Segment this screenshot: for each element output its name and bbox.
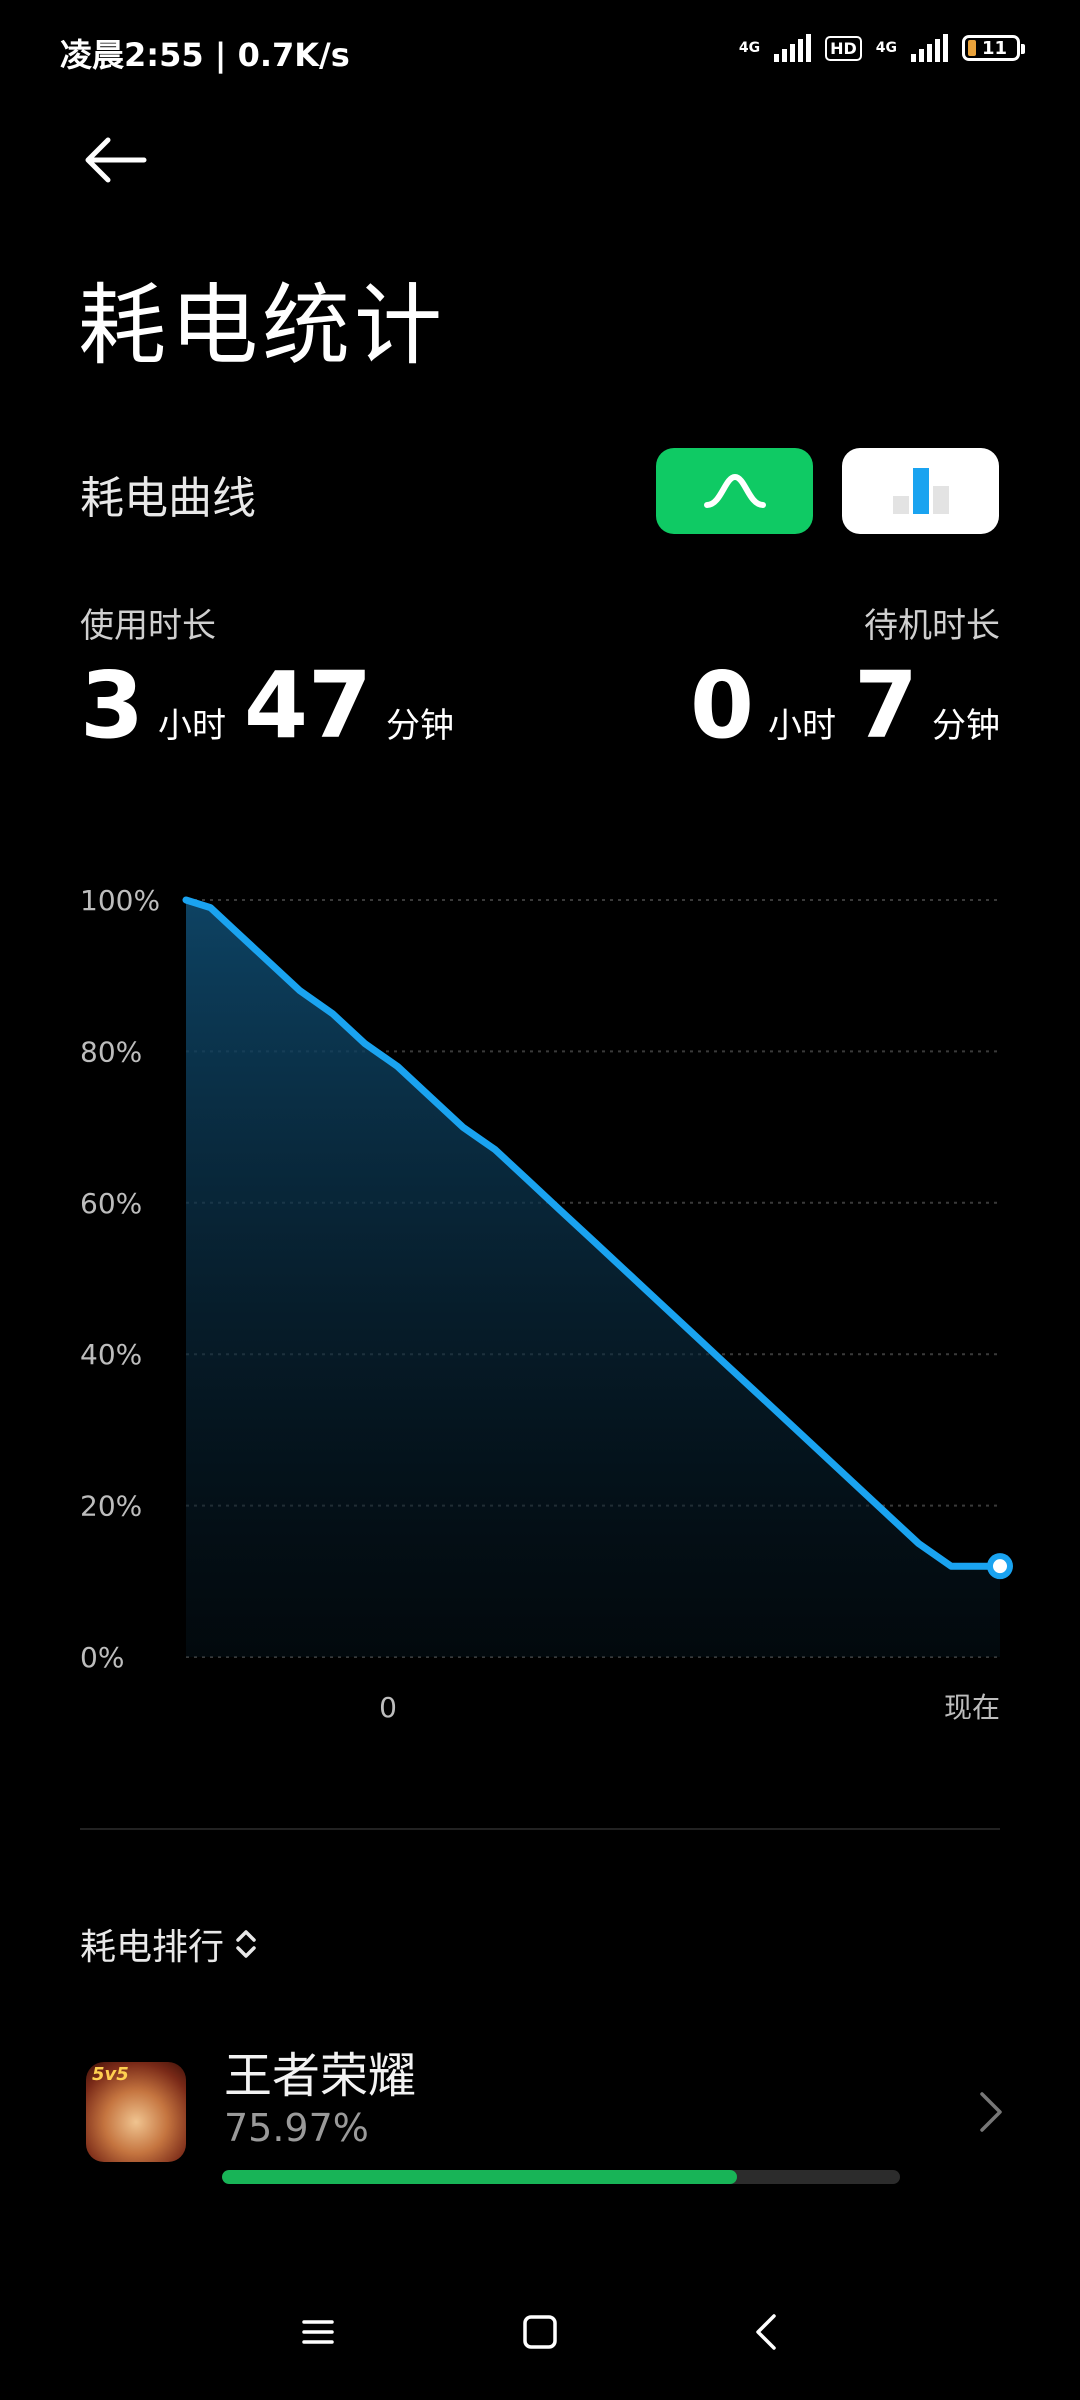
signal-icon	[774, 34, 812, 62]
usage-minutes: 47	[244, 652, 373, 759]
app-power-bar	[222, 2170, 900, 2184]
status-time-speed: 凌晨2:55 | 0.7K/s	[60, 36, 350, 74]
bar-chart-icon	[892, 468, 949, 514]
home-square-icon[interactable]	[518, 2310, 562, 2354]
standby-duration-value: 0 小时 7 分钟	[690, 660, 1000, 752]
usage-duration-label: 使用时长	[80, 606, 216, 646]
y-tick-label: 0%	[80, 1641, 124, 1674]
current-level-marker	[987, 1553, 1013, 1580]
x-tick-label: 现在	[944, 1691, 1000, 1724]
app-power-percent: 75.97%	[224, 2106, 369, 2150]
y-tick-label: 100%	[80, 884, 160, 917]
y-tick-label: 20%	[80, 1490, 142, 1523]
standby-minute-unit: 分钟	[932, 706, 1000, 746]
network-type-1: 4G	[738, 40, 761, 56]
app-power-bar-fill	[222, 2170, 738, 2184]
usage-hour-unit: 小时	[158, 706, 227, 746]
sort-updown-icon	[236, 1930, 256, 1958]
battery-level: 11	[982, 37, 1008, 59]
status-icons: 4G HD 4G 11	[738, 34, 1025, 62]
back-button[interactable]	[80, 130, 150, 190]
x-tick-label: 0	[379, 1691, 397, 1724]
battery-level-chart: 100% 80% 60% 40% 20% 0% 0 现在	[80, 884, 1013, 1724]
chevron-right-icon	[980, 2092, 1002, 2132]
usage-hours: 3	[80, 652, 145, 759]
y-tick-label: 80%	[80, 1035, 142, 1068]
arrow-left-icon	[85, 137, 147, 183]
page-title: 耗电统计	[78, 274, 447, 377]
usage-duration-value: 3 小时 47 分钟	[80, 660, 454, 752]
standby-duration-label: 待机时长	[864, 606, 1000, 646]
usage-minute-unit: 分钟	[386, 706, 455, 746]
hd-badge: HD	[825, 35, 862, 61]
battery-area-fill	[186, 900, 1000, 1657]
curve-icon	[703, 473, 766, 508]
ranking-sort-button[interactable]: 耗电排行	[80, 1918, 258, 1970]
ranking-title: 耗电排行	[80, 1927, 225, 1968]
menu-icon[interactable]	[296, 2310, 340, 2354]
standby-hours: 0	[689, 652, 754, 759]
y-tick-label: 60%	[80, 1187, 142, 1220]
app-icon-text: 5v5	[92, 2064, 129, 2085]
network-type-2: 4G	[875, 40, 897, 56]
standby-hour-unit: 小时	[767, 706, 836, 746]
curve-section-title: 耗电曲线	[80, 473, 256, 524]
app-name[interactable]: 王者荣耀	[224, 2036, 416, 2106]
signal-icon	[911, 34, 948, 62]
y-tick-label: 40%	[80, 1338, 142, 1371]
standby-minutes: 7	[853, 652, 918, 759]
nav-back-icon[interactable]	[746, 2310, 790, 2354]
battery-icon: 11	[962, 35, 1025, 61]
app-icon-honor-of-kings: 5v5	[86, 2062, 186, 2162]
app-detail-chevron[interactable]	[976, 2090, 1006, 2138]
toggle-curve-view-button[interactable]	[656, 448, 813, 534]
section-divider	[80, 1828, 1000, 1830]
toggle-bar-view-button[interactable]	[842, 448, 999, 534]
